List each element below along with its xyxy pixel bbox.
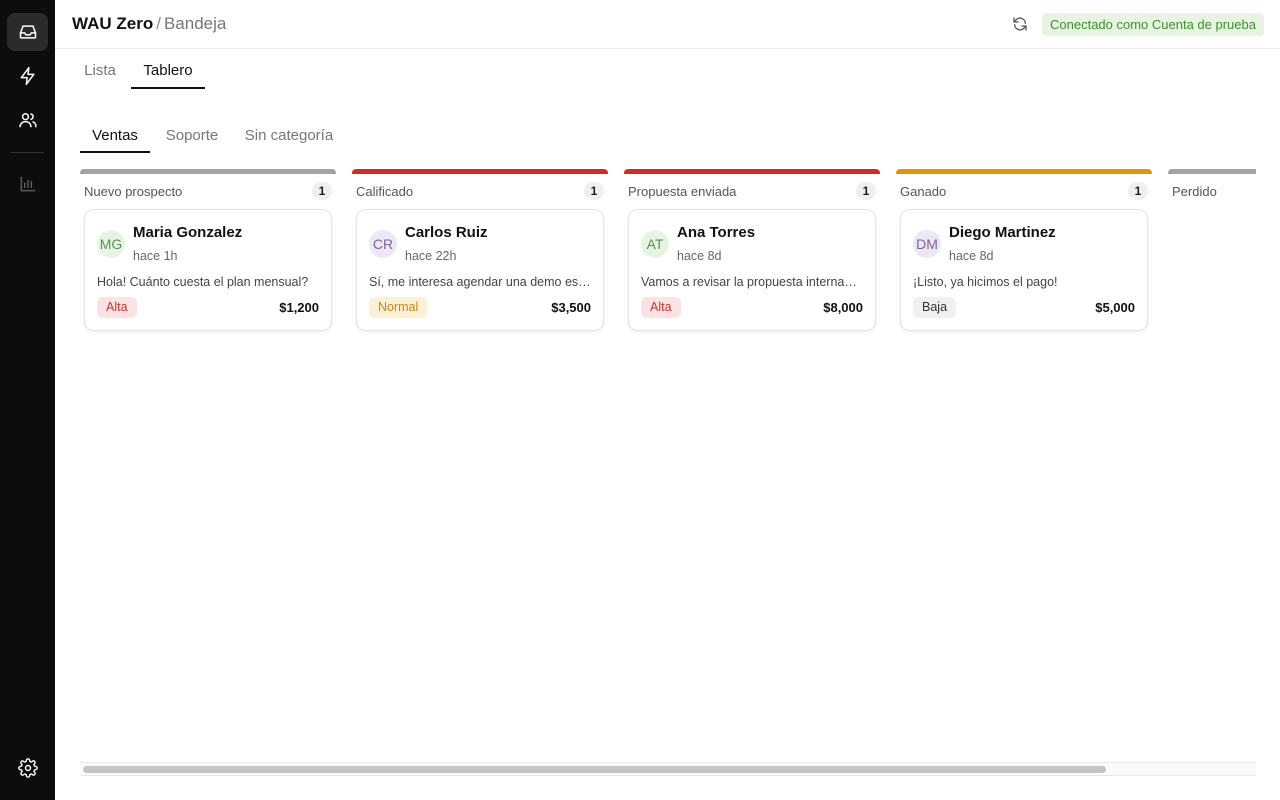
contact-name: Diego Martinez — [949, 224, 1056, 241]
gear-icon — [17, 758, 38, 778]
last-activity-time: hace 8d — [677, 249, 722, 263]
connection-status-badge: Conectado como Cuenta de prueba — [1042, 13, 1264, 36]
column-ganado: Ganado 1 DM Diego Martinez hace 8d ¡List… — [896, 169, 1152, 349]
users-icon — [18, 113, 37, 128]
sidebar — [0, 0, 55, 800]
column-color-bar — [896, 169, 1152, 174]
last-message: Sí, me interesa agendar una demo esta se… — [369, 275, 591, 289]
page-title: WAU Zero / Bandeja — [72, 14, 226, 34]
column-perdido: Perdido — [1168, 169, 1256, 349]
column-propuesta-enviada: Propuesta enviada 1 AT Ana Torres hace 8… — [624, 169, 880, 349]
lead-card[interactable]: CR Carlos Ruiz hace 22h Sí, me interesa … — [356, 209, 604, 331]
deal-amount: $5,000 — [1095, 300, 1135, 315]
tab-ventas[interactable]: Ventas — [80, 127, 150, 153]
kanban-board: Nuevo prospecto 1 MG Maria Gonzalez hace… — [80, 169, 1256, 759]
last-message: Hola! Cuánto cuesta el plan mensual? — [97, 275, 309, 289]
sidebar-item-inbox[interactable] — [7, 13, 48, 51]
avatar: AT — [641, 230, 669, 258]
priority-badge: Alta — [641, 297, 681, 318]
column-count: 1 — [584, 182, 604, 200]
priority-badge: Alta — [97, 297, 137, 318]
sidebar-item-contacts[interactable] — [7, 101, 48, 139]
column-color-bar — [624, 169, 880, 174]
column-title: Calificado — [356, 184, 414, 199]
tab-lista[interactable]: Lista — [72, 62, 128, 89]
sidebar-divider — [11, 152, 44, 153]
last-activity-time: hace 22h — [405, 249, 457, 263]
deal-amount: $8,000 — [823, 300, 863, 315]
avatar: DM — [913, 230, 941, 258]
contact-name: Carlos Ruiz — [405, 224, 488, 241]
deal-amount: $3,500 — [551, 300, 591, 315]
analytics-icon — [20, 176, 35, 192]
lead-card[interactable]: AT Ana Torres hace 8d Vamos a revisar la… — [628, 209, 876, 331]
sidebar-item-analytics[interactable] — [7, 165, 48, 203]
column-title: Ganado — [900, 184, 947, 199]
column-color-bar — [1168, 169, 1256, 174]
column-calificado: Calificado 1 CR Carlos Ruiz hace 22h Sí,… — [352, 169, 608, 349]
column-color-bar — [352, 169, 608, 174]
sidebar-item-settings[interactable] — [7, 749, 48, 787]
column-color-bar — [80, 169, 336, 174]
breadcrumb-separator: / — [156, 14, 161, 33]
lead-card[interactable]: MG Maria Gonzalez hace 1h Hola! Cuánto c… — [84, 209, 332, 331]
column-count: 1 — [1128, 182, 1148, 200]
refresh-icon — [1013, 17, 1027, 31]
scrollbar-thumb[interactable] — [83, 766, 1106, 773]
last-message: ¡Listo, ya hicimos el pago! — [913, 275, 1058, 289]
deal-amount: $1,200 — [279, 300, 319, 315]
inbox-icon — [19, 25, 36, 39]
sidebar-item-automations[interactable] — [7, 57, 48, 95]
category-tabs: Ventas Soporte Sin categoría — [80, 120, 1256, 153]
refresh-button[interactable] — [1010, 14, 1030, 34]
breadcrumb: Bandeja — [163, 14, 227, 33]
view-tabs: Lista Tablero — [72, 49, 1256, 89]
last-message: Vamos a revisar la propuesta internament… — [641, 275, 863, 289]
column-title: Propuesta enviada — [628, 184, 737, 199]
contact-name: Maria Gonzalez — [133, 224, 243, 241]
tab-soporte[interactable]: Soporte — [158, 127, 226, 153]
avatar: MG — [97, 230, 125, 258]
tab-tablero[interactable]: Tablero — [131, 62, 205, 89]
contact-name: Ana Torres — [677, 224, 756, 241]
column-title: Perdido — [1172, 184, 1217, 199]
priority-badge: Normal — [369, 297, 428, 318]
column-title: Nuevo prospecto — [84, 184, 183, 199]
app-name: WAU Zero — [72, 14, 154, 33]
column-nuevo-prospecto: Nuevo prospecto 1 MG Maria Gonzalez hace… — [80, 169, 336, 349]
last-activity-time: hace 8d — [949, 249, 994, 263]
column-count: 1 — [856, 182, 876, 200]
tab-sin-categoria[interactable]: Sin categoría — [239, 127, 339, 153]
board-horizontal-scrollbar[interactable] — [80, 762, 1256, 776]
column-count: 1 — [312, 182, 332, 200]
avatar: CR — [369, 230, 397, 258]
lead-card[interactable]: DM Diego Martinez hace 8d ¡Listo, ya hic… — [900, 209, 1148, 331]
last-activity-time: hace 1h — [133, 249, 178, 263]
priority-badge: Baja — [913, 297, 957, 318]
lightning-icon — [20, 66, 35, 86]
top-header: WAU Zero / Bandeja Conectado como Cuenta d… — [55, 0, 1280, 49]
